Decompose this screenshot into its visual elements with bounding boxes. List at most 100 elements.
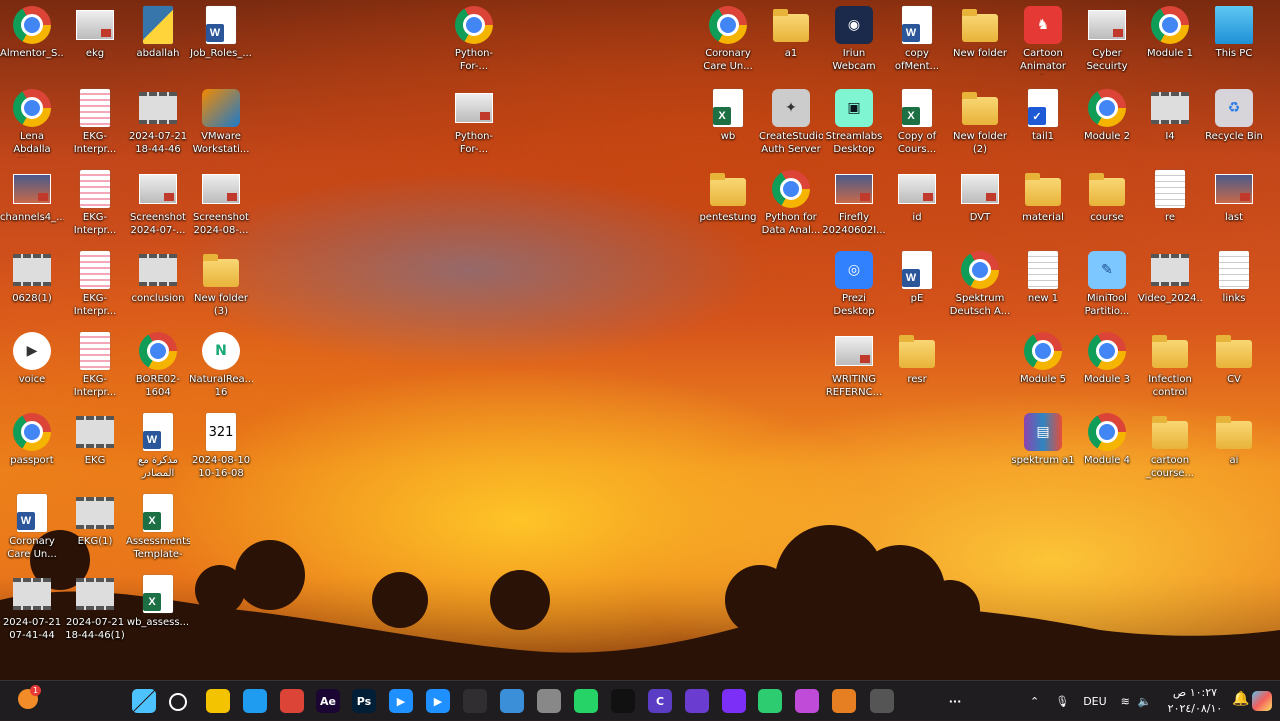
desktop-icon[interactable]: ✦ CreateStudio Auth Server xyxy=(759,84,823,165)
desktop-icon[interactable]: This PC xyxy=(1202,1,1266,82)
desktop-icon[interactable]: passport xyxy=(0,408,64,489)
app-bag-icon[interactable] xyxy=(832,689,856,713)
desktop-icon[interactable]: Lena Abdalla Hsam Abda... xyxy=(0,84,64,165)
desktop-icon[interactable]: EKG xyxy=(63,408,127,489)
desktop-icon[interactable]: EKG-Interpr... xyxy=(63,84,127,165)
media-player-icon[interactable]: ▶ xyxy=(389,689,413,713)
chrome-icon[interactable] xyxy=(280,689,304,713)
desktop-icon[interactable]: EKG-Interpr... xyxy=(63,327,127,408)
search-icon[interactable] xyxy=(169,693,187,711)
desktop-icon[interactable]: ai xyxy=(1202,408,1266,489)
chevron-up-icon[interactable]: ⌃ xyxy=(1030,695,1039,708)
desktop-icon[interactable]: Module 1 xyxy=(1138,1,1202,82)
desktop-icon[interactable]: X Copy of Cours... xyxy=(885,84,949,165)
whatsapp-icon[interactable] xyxy=(574,689,598,713)
desktop-icon[interactable]: links xyxy=(1202,246,1266,327)
desktop-icon[interactable]: Module 2 xyxy=(1075,84,1139,165)
desktop-icon[interactable]: Xwb_assess... xyxy=(126,570,190,651)
desktop-icon[interactable]: ✓ tail1 xyxy=(1011,84,1075,165)
more-icon[interactable]: ··· xyxy=(943,689,967,713)
desktop-icon[interactable]: W مذكرة مع المصادر xyxy=(126,408,190,489)
volume-icon[interactable]: 🔈 xyxy=(1138,695,1152,708)
desktop-icon[interactable]: course xyxy=(1075,165,1139,246)
desktop-icon[interactable]: EKG(1) xyxy=(63,489,127,570)
language-indicator[interactable]: DEU xyxy=(1083,695,1106,708)
desktop-icon[interactable]: 2024-07-21 07-41-44 xyxy=(0,570,64,651)
desktop-icon[interactable]: Module 3 xyxy=(1075,327,1139,408)
desktop-icon[interactable]: WpE xyxy=(885,246,949,327)
desktop-icon[interactable]: X Assessments Template- xyxy=(126,489,190,570)
desktop-icon[interactable]: Xwb xyxy=(696,84,760,165)
desktop-icon[interactable]: New folder (2) xyxy=(948,84,1012,165)
app-globe-icon[interactable] xyxy=(758,689,782,713)
desktop-icon[interactable]: ✎ MiniTool Partitio... xyxy=(1075,246,1139,327)
desktop-icon[interactable]: Python-For-... xyxy=(442,84,506,165)
desktop-icon[interactable]: abdallah xyxy=(126,1,190,82)
after-effects-icon[interactable]: Ae xyxy=(316,689,340,713)
start-icon[interactable] xyxy=(132,689,156,713)
wifi-icon[interactable]: ≋ xyxy=(1121,695,1130,708)
desktop-icon[interactable]: WRITING REFERNC... xyxy=(822,327,886,408)
photoshop-icon[interactable]: Ps xyxy=(352,689,376,713)
file-explorer-icon[interactable] xyxy=(206,689,230,713)
desktop-icon[interactable]: a1 xyxy=(759,1,823,82)
desktop-icon[interactable]: BORE02-1604 xyxy=(126,327,190,408)
bell-icon[interactable]: 🔔 xyxy=(1232,691,1249,707)
desktop-icon[interactable]: Python-For-... xyxy=(442,1,506,82)
desktop-icon[interactable]: ▤ spektrum a1 xyxy=(1011,408,1075,489)
desktop-icon[interactable]: id xyxy=(885,165,949,246)
app-purple-icon[interactable] xyxy=(685,689,709,713)
desktop-icon[interactable]: Python for Data Anal... xyxy=(759,165,823,246)
desktop-icon[interactable]: Wcopy ofMent... xyxy=(885,1,949,82)
copilot-icon[interactable] xyxy=(1252,691,1272,711)
desktop-icon[interactable]: 2024-07-21 18-44-46 xyxy=(126,84,190,165)
desktop-icon[interactable]: last xyxy=(1202,165,1266,246)
desktop-icon[interactable]: resr xyxy=(885,327,949,408)
desktop-icon[interactable]: ◎ Prezi Desktop xyxy=(822,246,886,327)
app-red-icon[interactable] xyxy=(870,689,894,713)
desktop-icon[interactable]: New folder xyxy=(948,1,1012,82)
desktop-icon[interactable]: Firefly 20240602I... xyxy=(822,165,886,246)
desktop-icon[interactable]: W Coronary Care Un... xyxy=(0,489,64,570)
desktop-icon[interactable]: material xyxy=(1011,165,1075,246)
desktop-icon[interactable]: DVT xyxy=(948,165,1012,246)
desktop-icon[interactable]: pentestung xyxy=(696,165,760,246)
desktop-icon[interactable]: EKG-Interpr... xyxy=(63,165,127,246)
desktop-icon[interactable]: Module 5 xyxy=(1011,327,1075,408)
microphone-icon[interactable]: 🎙 xyxy=(1055,695,1069,708)
desktop-icon[interactable]: channels4_... xyxy=(0,165,64,246)
desktop-icon[interactable]: ▣ Streamlabs Desktop xyxy=(822,84,886,165)
desktop-icon[interactable]: CV xyxy=(1202,327,1266,408)
desktop-icon[interactable]: N NaturalRea... 16 xyxy=(189,327,253,408)
desktop-icon[interactable]: ♞ Cartoon Animator v4... xyxy=(1011,1,1075,82)
desktop-icon[interactable]: 2024-07-21 18-44-46(1) xyxy=(63,570,127,651)
desktop-icon[interactable]: W Job_Roles_... xyxy=(189,1,253,82)
desktop-icon[interactable]: Cyber Secuirty xyxy=(1075,1,1139,82)
desktop-icon[interactable]: Infection control xyxy=(1138,327,1202,408)
desktop-icon[interactable]: conclusion xyxy=(126,246,190,327)
app-star-icon[interactable] xyxy=(722,689,746,713)
desktop-icon[interactable]: Screenshot 2024-08-... xyxy=(189,165,253,246)
desktop-icon[interactable]: EKG-Interpr... xyxy=(63,246,127,327)
window-app-icon[interactable] xyxy=(500,689,524,713)
clock[interactable]: ١٠:٢٧ ص ٢٠٢٤/٠٨/١٠ xyxy=(1160,685,1230,717)
desktop-icon[interactable]: Spektrum Deutsch A... xyxy=(948,246,1012,327)
notification-badge-icon[interactable]: 1 xyxy=(18,685,41,709)
desktop-icon[interactable]: Video_2024... xyxy=(1138,246,1202,327)
copilot-icon[interactable] xyxy=(795,689,819,713)
desktop-icon[interactable]: ekg xyxy=(63,1,127,82)
usb-icon[interactable] xyxy=(537,689,561,713)
app-c-icon[interactable]: C xyxy=(648,689,672,713)
desktop-icon[interactable]: Screenshot 2024-07-... xyxy=(126,165,190,246)
desktop-icon[interactable]: Almentor_S... xyxy=(0,1,64,82)
desktop-icon[interactable]: new 1 xyxy=(1011,246,1075,327)
obs-icon[interactable] xyxy=(463,689,487,713)
capcut-icon[interactable] xyxy=(611,689,635,713)
desktop-icon[interactable]: re xyxy=(1138,165,1202,246)
desktop-icon[interactable]: ♻ Recycle Bin xyxy=(1202,84,1266,165)
desktop-icon[interactable]: 321 2024-08-10 10-16-08 xyxy=(189,408,253,489)
desktop-icon[interactable]: 0628(1) xyxy=(0,246,64,327)
desktop-icon[interactable]: ▶ voice xyxy=(0,327,64,408)
desktop-icon[interactable]: Module 4 xyxy=(1075,408,1139,489)
desktop-icon[interactable]: Coronary Care Un... xyxy=(696,1,760,82)
